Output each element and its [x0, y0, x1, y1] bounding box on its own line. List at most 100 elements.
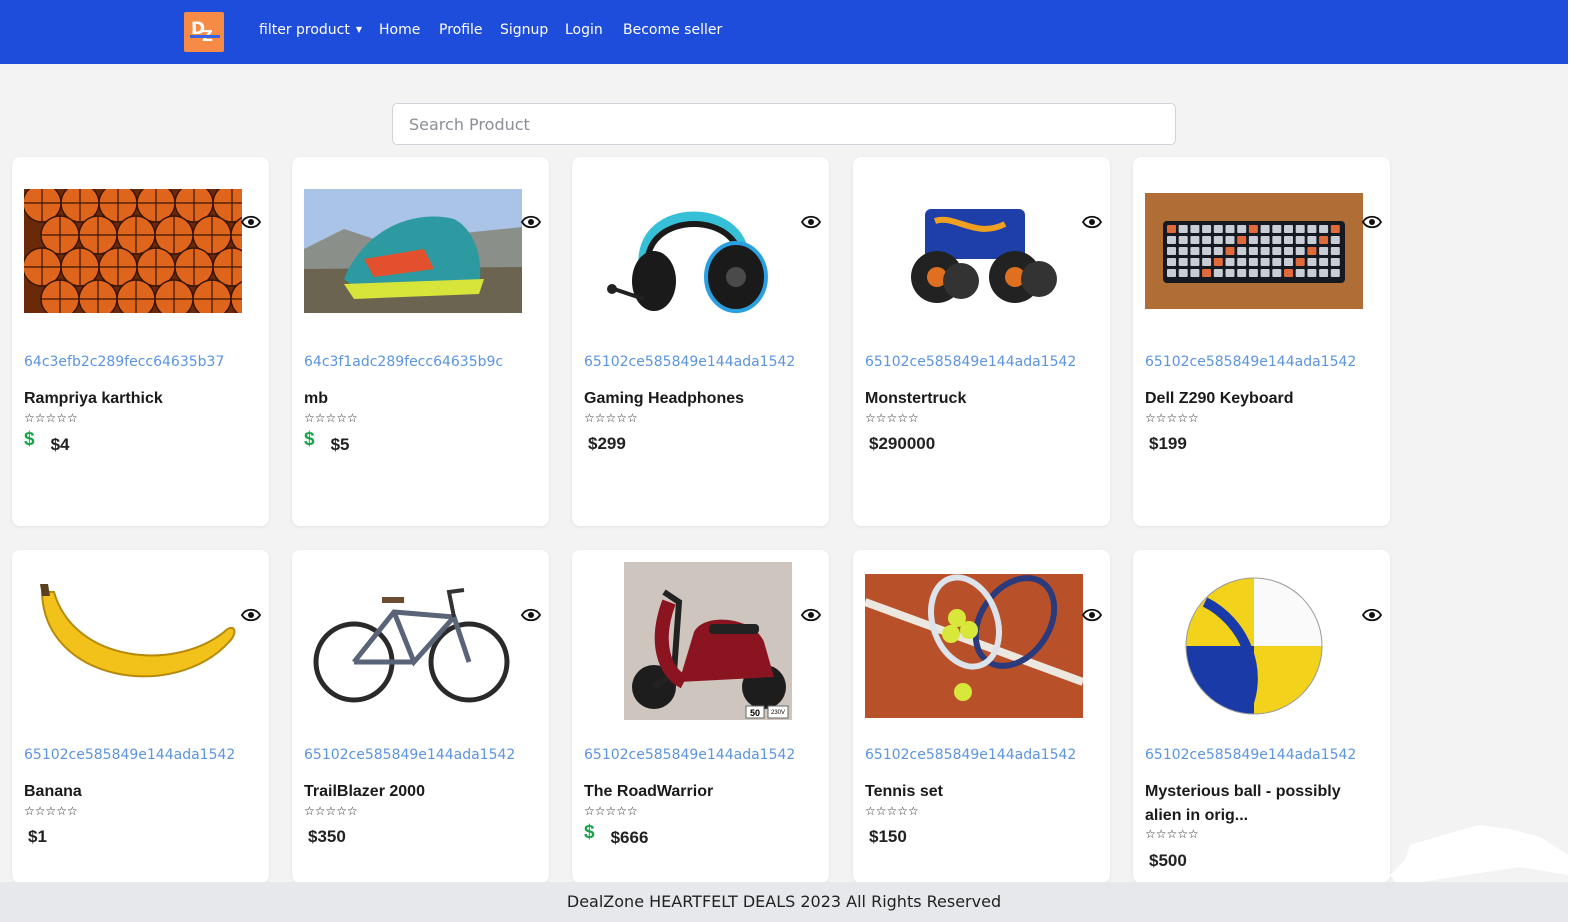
rating-stars[interactable]: ☆☆☆☆☆: [584, 804, 638, 818]
rating-stars[interactable]: ☆☆☆☆☆: [865, 804, 919, 818]
product-card[interactable]: 65102ce585849e144ada1542 Mysterious ball…: [1133, 550, 1390, 883]
eye-icon[interactable]: [1082, 215, 1102, 229]
rating-stars[interactable]: ☆☆☆☆☆: [1145, 411, 1199, 425]
product-name: Banana: [24, 783, 82, 800]
logo-bar: [190, 35, 220, 38]
product-name: Rampriya karthick: [24, 390, 163, 407]
chevron-down-icon: ▼: [355, 25, 363, 34]
scooter-tag-230v: 230V: [771, 710, 785, 716]
price-value: $1: [28, 827, 47, 846]
product-image-tennis[interactable]: [863, 562, 1085, 720]
product-name: TrailBlazer 2000: [304, 783, 425, 800]
rating-stars[interactable]: ☆☆☆☆☆: [304, 411, 358, 425]
dollar-icon: $: [584, 822, 595, 843]
product-price: $350: [304, 827, 346, 847]
rating-stars[interactable]: ☆☆☆☆☆: [304, 804, 358, 818]
rating-stars[interactable]: ☆☆☆☆☆: [1145, 827, 1199, 841]
product-card[interactable]: 65102ce585849e144ada1542 Banana ☆☆☆☆☆ $1: [12, 550, 269, 883]
eye-icon[interactable]: [1362, 215, 1382, 229]
filter-product-dropdown[interactable]: filter product ▼: [259, 22, 362, 38]
dollar-icon: $: [304, 429, 315, 450]
product-name: Gaming Headphones: [584, 390, 745, 407]
product-card[interactable]: 65102ce585849e144ada1542 Gaming Headphon…: [572, 157, 829, 526]
eye-icon[interactable]: [241, 608, 261, 622]
eye-icon[interactable]: [801, 608, 821, 622]
price-value: $350: [308, 827, 346, 846]
product-image-volleyball[interactable]: [1145, 562, 1363, 720]
product-image-scooter[interactable]: 50 230V: [584, 562, 802, 720]
rating-stars[interactable]: ☆☆☆☆☆: [24, 411, 78, 425]
product-price: $150: [865, 827, 907, 847]
dollar-icon: $: [24, 429, 35, 450]
product-name: Tennis set: [865, 783, 943, 800]
price-value: $500: [1149, 851, 1187, 870]
product-id[interactable]: 65102ce585849e144ada1542: [304, 747, 515, 763]
product-id[interactable]: 65102ce585849e144ada1542: [865, 354, 1076, 370]
nav-link-profile[interactable]: Profile: [439, 22, 483, 38]
product-image-keyboard[interactable]: [1145, 169, 1363, 327]
product-card[interactable]: 65102ce585849e144ada1542 Monstertruck ☆☆…: [853, 157, 1110, 526]
price-value: $290000: [869, 434, 936, 453]
page-footer: DealZone HEARTFELT DEALS 2023 All Rights…: [0, 882, 1568, 922]
eye-icon[interactable]: [241, 215, 261, 229]
product-id[interactable]: 65102ce585849e144ada1542: [1145, 354, 1356, 370]
rating-stars[interactable]: ☆☆☆☆☆: [584, 411, 638, 425]
product-card[interactable]: 65102ce585849e144ada1542 Tennis set ☆☆☆☆…: [853, 550, 1110, 883]
price-value: $299: [588, 434, 626, 453]
eye-icon[interactable]: [801, 215, 821, 229]
nav-link-home[interactable]: Home: [379, 22, 420, 38]
product-image-headphones[interactable]: [584, 169, 802, 327]
product-id[interactable]: 65102ce585849e144ada1542: [584, 747, 795, 763]
page-scrollbar[interactable]: [1568, 0, 1576, 922]
nav-link-login[interactable]: Login: [565, 22, 603, 38]
price-value: $666: [610, 828, 649, 847]
price-value: $150: [869, 827, 907, 846]
product-price: $199: [1145, 434, 1187, 454]
rating-stars[interactable]: ☆☆☆☆☆: [865, 411, 919, 425]
nav-link-become-seller[interactable]: Become seller: [623, 22, 722, 38]
footer-text: DealZone HEARTFELT DEALS 2023 All Rights…: [566, 892, 1002, 911]
product-id[interactable]: 65102ce585849e144ada1542: [584, 354, 795, 370]
rating-stars[interactable]: ☆☆☆☆☆: [24, 804, 78, 818]
product-card[interactable]: 50 230V 65102ce585849e144ada1542 The Road…: [572, 550, 829, 883]
product-price: $ $5: [304, 429, 350, 456]
eye-icon[interactable]: [521, 608, 541, 622]
eye-icon[interactable]: [521, 215, 541, 229]
product-id[interactable]: 64c3efb2c289fecc64635b37: [24, 354, 224, 370]
product-card[interactable]: 64c3f1adc289fecc64635b9c mb ☆☆☆☆☆ $ $5: [292, 157, 549, 526]
product-price: $ $666: [584, 822, 649, 849]
product-price: $290000: [865, 434, 935, 454]
product-image-running-shoe[interactable]: [304, 169, 522, 327]
top-navbar: D Z filter product▼ Home Profile Signup …: [0, 0, 1568, 64]
eye-icon[interactable]: [1082, 608, 1102, 622]
product-price: $ $4: [24, 429, 70, 456]
search-input[interactable]: [392, 103, 1176, 145]
product-image-bicycle[interactable]: [304, 562, 522, 720]
product-name: Monstertruck: [865, 390, 967, 407]
product-name: The RoadWarrior: [584, 783, 714, 800]
product-name: mb: [304, 390, 328, 407]
eye-icon[interactable]: [1362, 608, 1382, 622]
product-id[interactable]: 65102ce585849e144ada1542: [24, 747, 235, 763]
product-card[interactable]: 65102ce585849e144ada1542 TrailBlazer 200…: [292, 550, 549, 883]
product-id[interactable]: 64c3f1adc289fecc64635b9c: [304, 354, 503, 370]
product-image-basketballs[interactable]: [24, 169, 242, 327]
brand-logo[interactable]: D Z: [184, 12, 224, 52]
product-image-monster-truck[interactable]: [865, 169, 1083, 327]
filter-product-label: filter product: [259, 22, 350, 38]
product-id[interactable]: 65102ce585849e144ada1542: [865, 747, 1076, 763]
product-card[interactable]: 65102ce585849e144ada1542 Dell Z290 Keybo…: [1133, 157, 1390, 526]
price-value: $5: [330, 435, 350, 454]
price-value: $4: [50, 435, 70, 454]
product-price: $500: [1145, 851, 1187, 871]
product-id[interactable]: 65102ce585849e144ada1542: [1145, 747, 1356, 763]
product-name: Mysterious ball - possibly alien in orig…: [1145, 783, 1341, 824]
nav-link-signup[interactable]: Signup: [500, 22, 548, 38]
product-price: $1: [24, 827, 47, 847]
product-name: Dell Z290 Keyboard: [1145, 390, 1294, 407]
price-value: $199: [1149, 434, 1187, 453]
product-price: $299: [584, 434, 626, 454]
scooter-tag-50: 50: [750, 708, 760, 718]
product-image-banana[interactable]: [24, 562, 242, 720]
product-card[interactable]: 64c3efb2c289fecc64635b37 Rampriya karthi…: [12, 157, 269, 526]
